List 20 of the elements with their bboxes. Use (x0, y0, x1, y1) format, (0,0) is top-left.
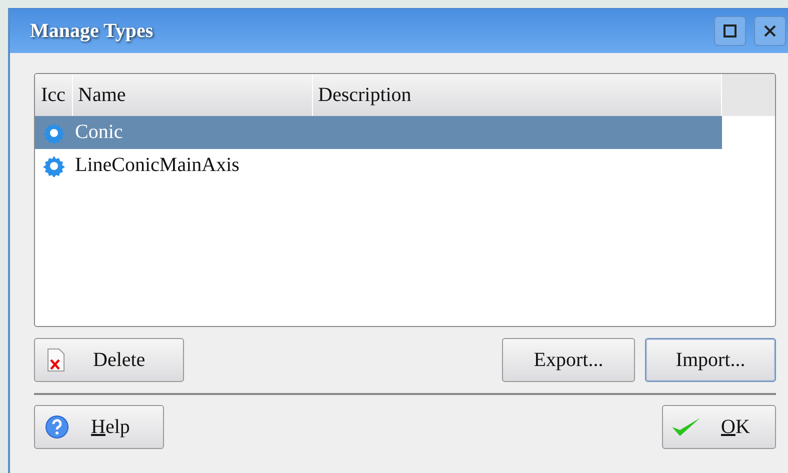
row-name: Conic (74, 121, 123, 144)
maximize-button[interactable] (714, 16, 746, 46)
import-button[interactable]: Import... (645, 338, 776, 382)
maximize-icon (723, 24, 737, 38)
list-row[interactable]: LineConicMainAxis (35, 149, 722, 182)
gear-icon (43, 154, 65, 176)
close-icon (763, 24, 777, 38)
help-icon (45, 415, 69, 439)
gear-icon (43, 122, 65, 144)
row-name: LineConicMainAxis (74, 154, 240, 177)
delete-file-icon (47, 348, 65, 372)
list-row[interactable]: Conic (35, 116, 722, 149)
window-title: Manage Types (30, 20, 154, 42)
checkmark-icon (671, 416, 701, 438)
ok-button[interactable]: OK (662, 405, 776, 449)
header-filler (722, 74, 775, 116)
close-button[interactable] (754, 16, 786, 46)
delete-button[interactable]: Delete (34, 338, 184, 382)
export-button[interactable]: Export... (502, 338, 635, 382)
help-button[interactable]: Help (34, 405, 164, 449)
